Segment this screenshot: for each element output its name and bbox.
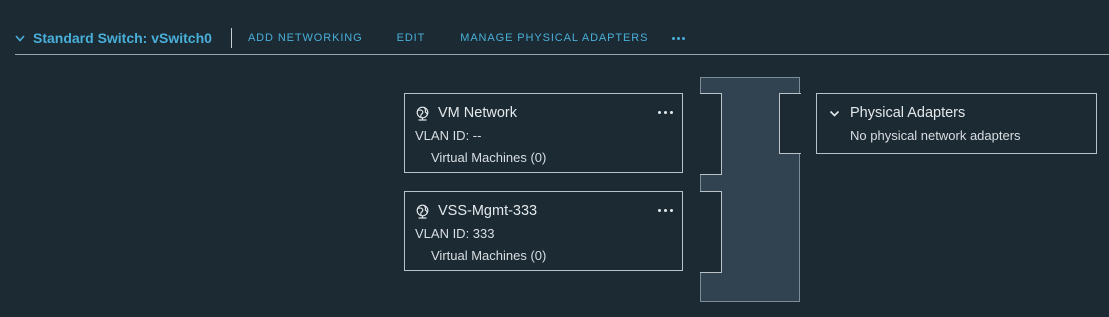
more-horizontal-icon[interactable] [658,111,673,114]
port-group-name: VSS-Mgmt-333 [438,203,538,219]
uplink-connector [779,93,801,154]
port-group-vlan: VLAN ID: 333 [415,226,495,241]
header-actions: ADD NETWORKING EDIT MANAGE PHYSICAL ADAP… [248,32,686,44]
manage-physical-adapters-button[interactable]: MANAGE PHYSICAL ADAPTERS [460,32,648,44]
edit-button[interactable]: EDIT [397,32,426,44]
add-networking-button[interactable]: ADD NETWORKING [248,32,363,44]
switch-title[interactable]: Standard Switch: vSwitch0 [33,30,212,46]
switch-header-row: Standard Switch: vSwitch0 ADD NETWORKING… [15,27,686,49]
physical-adapters-toggle[interactable]: Physical Adapters [829,104,965,122]
chevron-down-icon[interactable] [15,34,25,44]
more-horizontal-icon[interactable] [658,209,673,212]
header-divider [230,28,232,48]
port-group-connector [700,191,722,273]
port-group-title-row: VSS-Mgmt-333 [415,202,537,220]
port-group-vms[interactable]: Virtual Machines (0) [431,150,546,165]
port-group-vlan: VLAN ID: -- [415,128,482,143]
physical-adapters-status: No physical network adapters [850,128,1021,143]
port-group-connector [700,93,722,175]
port-group-title-row: VM Network [415,104,517,122]
port-group-vms[interactable]: Virtual Machines (0) [431,248,546,263]
chevron-down-icon[interactable] [829,108,840,119]
physical-adapters-title: Physical Adapters [850,105,966,121]
port-group-card[interactable]: VSS-Mgmt-333 VLAN ID: 333 Virtual Machin… [404,191,683,271]
port-group-card[interactable]: VM Network VLAN ID: -- Virtual Machines … [404,93,683,173]
network-globe-icon [415,106,430,121]
network-globe-icon [415,204,430,219]
switch-header: Standard Switch: vSwitch0 ADD NETWORKING… [15,24,1109,55]
more-horizontal-icon[interactable] [672,34,686,44]
port-group-name: VM Network [438,105,517,121]
physical-adapters-card[interactable]: Physical Adapters No physical network ad… [816,93,1097,154]
